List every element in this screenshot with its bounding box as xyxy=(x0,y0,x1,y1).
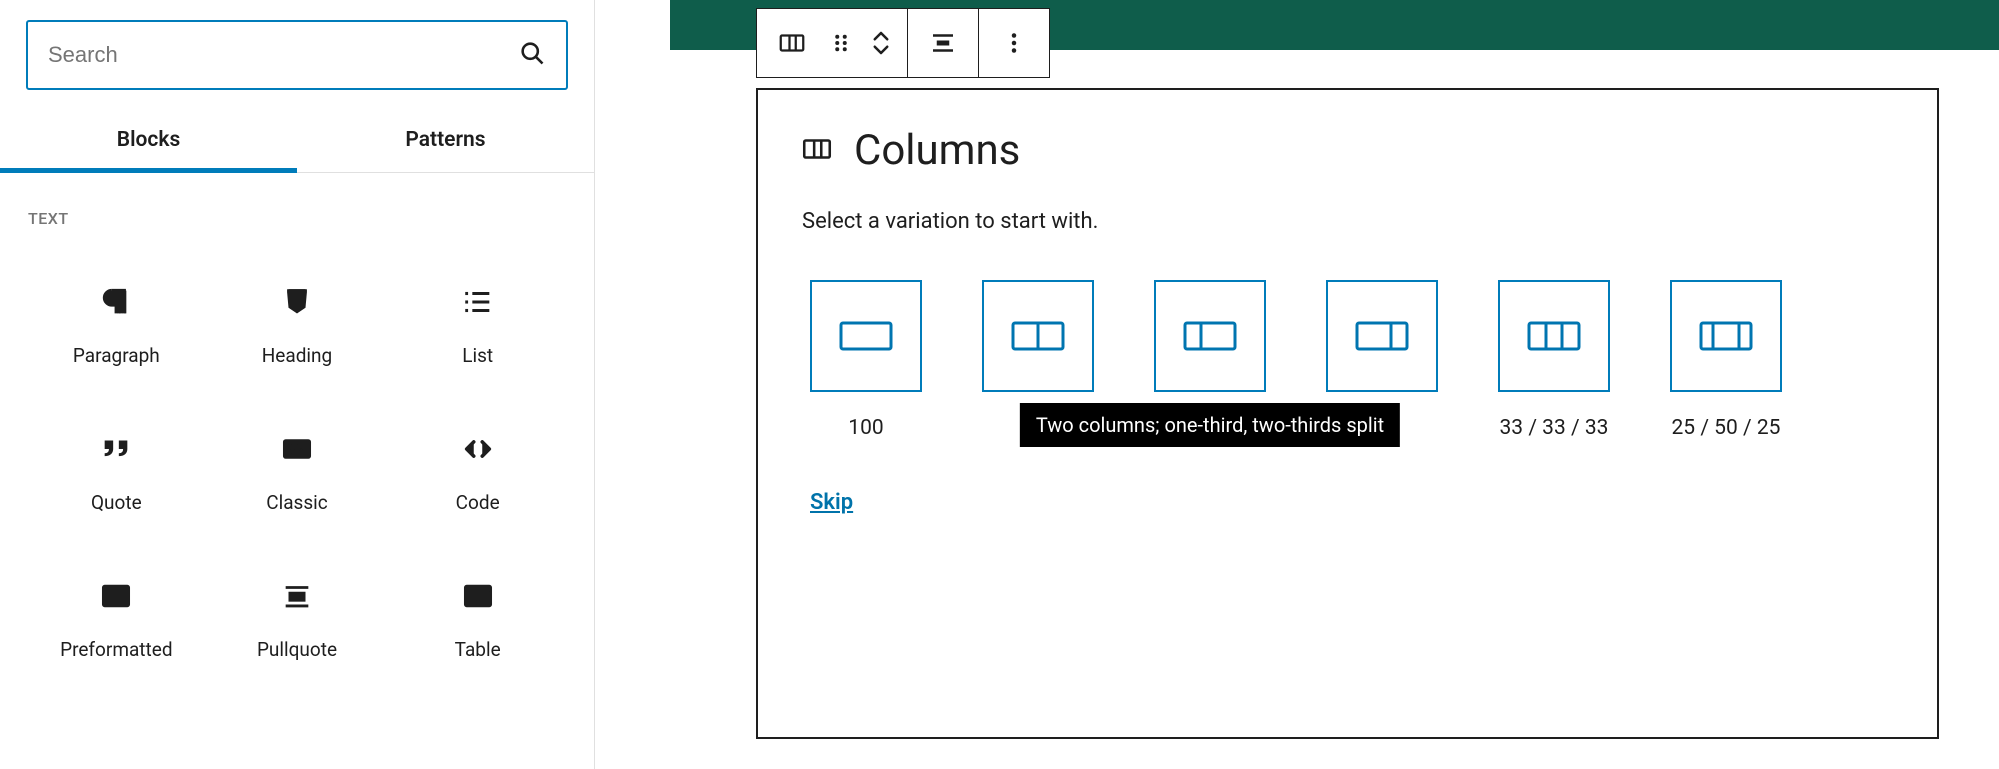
quote-icon xyxy=(99,427,133,471)
search-field-wrap[interactable] xyxy=(26,20,568,90)
block-item-paragraph[interactable]: Paragraph xyxy=(26,258,207,395)
block-item-list[interactable]: List xyxy=(387,258,568,395)
block-label: Classic xyxy=(266,491,328,514)
inserter-tabs: Blocks Patterns xyxy=(0,110,594,173)
variation-25-50-25[interactable]: 25 / 50 / 25 xyxy=(1670,280,1782,440)
placeholder-title: Columns xyxy=(854,126,1020,175)
variation-33-33-33[interactable]: 33 / 33 / 33 xyxy=(1498,280,1610,440)
block-inserter-sidebar: Blocks Patterns TEXT Paragraph Heading L… xyxy=(0,0,595,769)
variation-100[interactable]: 100 xyxy=(810,280,922,440)
block-toolbar xyxy=(756,8,1050,78)
search-icon xyxy=(518,39,546,71)
block-label: List xyxy=(462,344,493,367)
classic-icon xyxy=(280,427,314,471)
editor-main: Columns Select a variation to start with… xyxy=(670,0,1999,769)
block-item-preformatted[interactable]: Preformatted xyxy=(26,552,207,689)
code-icon xyxy=(461,427,495,471)
block-label: Code xyxy=(456,491,500,514)
block-item-code[interactable]: Code xyxy=(387,405,568,542)
block-type-button[interactable] xyxy=(763,9,821,77)
paragraph-icon xyxy=(99,280,133,324)
category-label-text: TEXT xyxy=(28,209,568,228)
block-item-classic[interactable]: Classic xyxy=(207,405,388,542)
tab-blocks[interactable]: Blocks xyxy=(0,110,297,173)
skip-link[interactable]: Skip xyxy=(810,490,853,515)
tab-patterns[interactable]: Patterns xyxy=(297,110,594,173)
align-button[interactable] xyxy=(914,9,972,77)
block-item-heading[interactable]: Heading xyxy=(207,258,388,395)
columns-placeholder: Columns Select a variation to start with… xyxy=(756,88,1939,739)
block-grid: Paragraph Heading List Quote Cl xyxy=(26,258,568,689)
tooltip: Two columns; one-third, two-thirds split xyxy=(1020,403,1400,447)
block-label: Heading xyxy=(262,344,332,367)
block-label: Paragraph xyxy=(73,344,160,367)
block-item-quote[interactable]: Quote xyxy=(26,405,207,542)
preformatted-icon xyxy=(99,574,133,618)
heading-icon xyxy=(280,280,314,324)
block-item-pullquote[interactable]: Pullquote xyxy=(207,552,388,689)
block-label: Preformatted xyxy=(60,638,172,661)
variation-label: 100 xyxy=(848,416,883,440)
block-item-table[interactable]: Table xyxy=(387,552,568,689)
drag-handle[interactable] xyxy=(821,9,861,77)
block-label: Table xyxy=(455,638,501,661)
block-label: Pullquote xyxy=(257,638,337,661)
move-up-down[interactable] xyxy=(861,9,901,77)
list-icon xyxy=(461,280,495,324)
variation-list: 100 Two columns; one-third, two-thirds s… xyxy=(810,280,1895,440)
search-input[interactable] xyxy=(48,42,518,68)
variation-label: 25 / 50 / 25 xyxy=(1672,416,1781,440)
variation-33-66[interactable]: Two columns; one-third, two-thirds split xyxy=(1154,280,1266,440)
block-label: Quote xyxy=(91,491,142,514)
table-icon xyxy=(461,574,495,618)
placeholder-prompt: Select a variation to start with. xyxy=(802,209,1895,234)
more-options-button[interactable] xyxy=(985,9,1043,77)
pullquote-icon xyxy=(280,574,314,618)
variation-label: 33 / 33 / 33 xyxy=(1500,416,1609,440)
columns-icon xyxy=(800,132,834,170)
